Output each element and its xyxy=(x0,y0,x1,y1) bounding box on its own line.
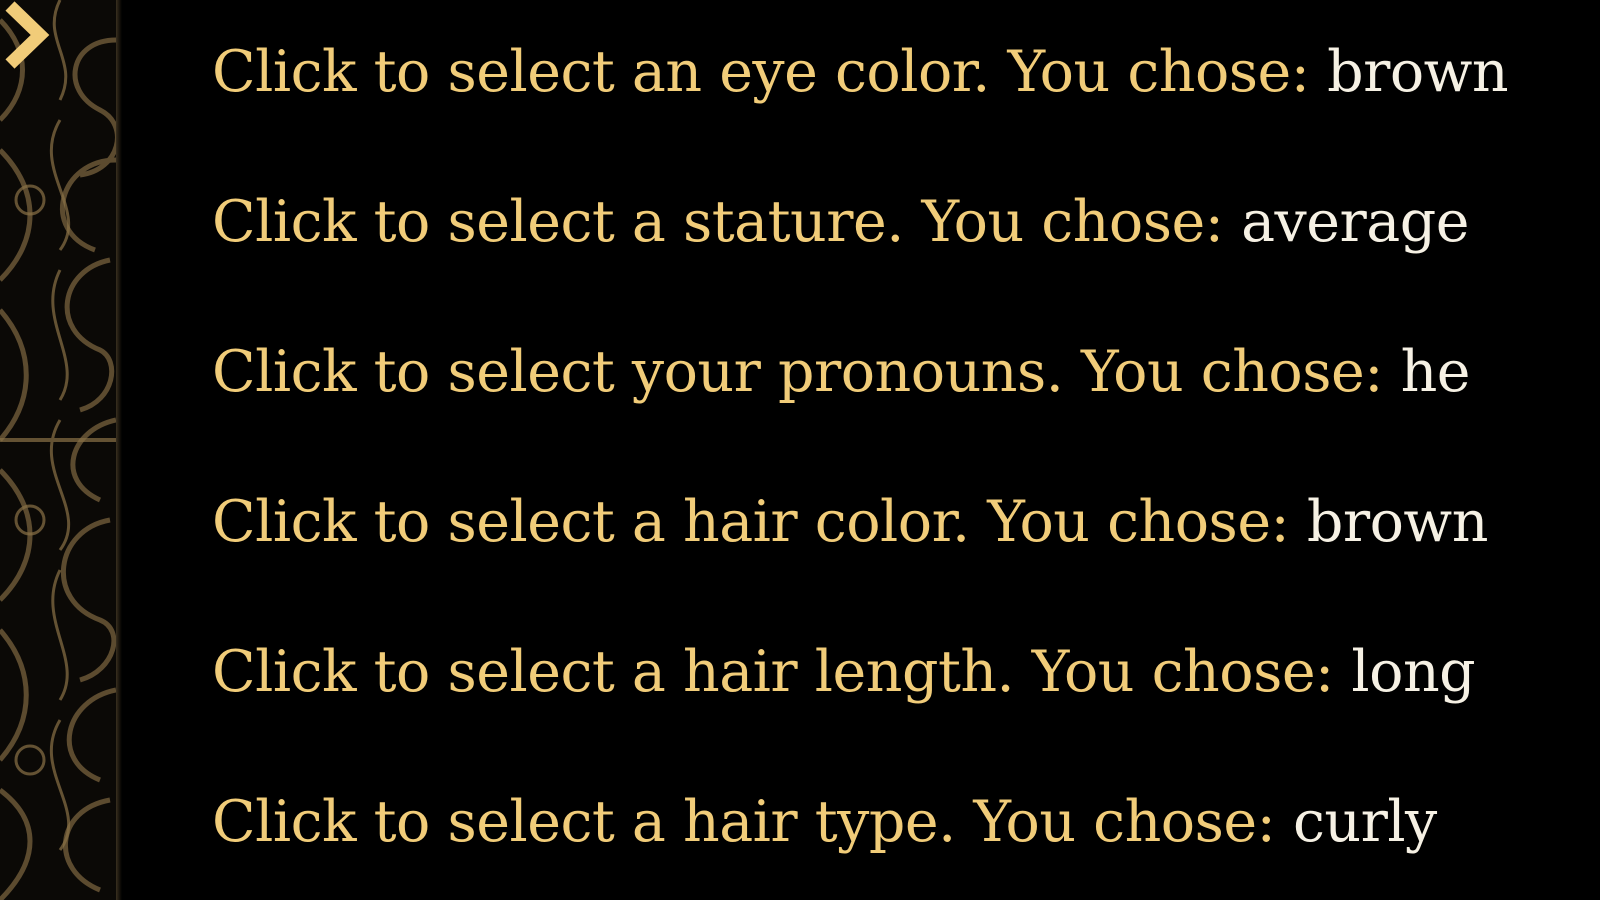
hair-length-choice[interactable]: Click to select a hair length. You chose… xyxy=(212,630,1572,780)
eye-color-choice[interactable]: Click to select an eye color. You chose:… xyxy=(212,30,1572,180)
choice-prompt: Click to select a hair type. You chose: xyxy=(212,789,1276,855)
choice-text: Click to select an eye color. You chose:… xyxy=(212,30,1509,114)
choice-text: Click to select a hair color. You chose:… xyxy=(212,480,1488,564)
pronouns-choice[interactable]: Click to select your pronouns. You chose… xyxy=(212,330,1572,480)
choice-prompt: Click to select your pronouns. You chose… xyxy=(212,339,1383,405)
filigree-pattern xyxy=(0,0,116,900)
choice-prompt: Click to select a stature. You chose: xyxy=(212,189,1224,255)
choice-text: Click to select your pronouns. You chose… xyxy=(212,330,1471,414)
choice-list: Click to select an eye color. You chose:… xyxy=(212,30,1572,900)
choice-value: curly xyxy=(1292,789,1437,855)
character-creation-screen: Click to select an eye color. You chose:… xyxy=(0,0,1600,900)
choice-value: average xyxy=(1241,189,1469,255)
choice-value: he xyxy=(1400,339,1471,405)
choice-value: long xyxy=(1351,639,1476,705)
stature-choice[interactable]: Click to select a stature. You chose: av… xyxy=(212,180,1572,330)
hair-color-choice[interactable]: Click to select a hair color. You chose:… xyxy=(212,480,1572,630)
chevron-right-icon[interactable] xyxy=(0,0,52,70)
choice-value: brown xyxy=(1327,39,1509,105)
panel-divider xyxy=(116,0,122,900)
choice-value: brown xyxy=(1306,489,1489,555)
choice-prompt: Click to select a hair color. You chose: xyxy=(212,489,1290,555)
choice-text: Click to select a stature. You chose: av… xyxy=(212,180,1469,264)
choice-prompt: Click to select an eye color. You chose: xyxy=(212,39,1310,105)
choice-prompt: Click to select a hair length. You chose… xyxy=(212,639,1334,705)
choice-text: Click to select a hair length. You chose… xyxy=(212,630,1476,714)
hair-type-choice[interactable]: Click to select a hair type. You chose: … xyxy=(212,780,1572,900)
choice-text: Click to select a hair type. You chose: … xyxy=(212,780,1437,864)
ornamental-border xyxy=(0,0,116,900)
